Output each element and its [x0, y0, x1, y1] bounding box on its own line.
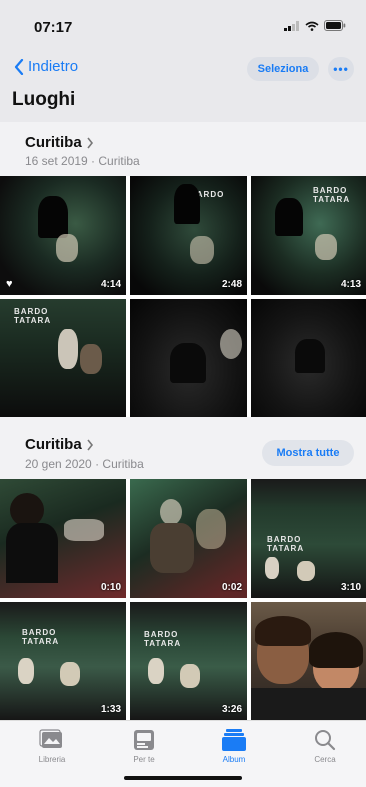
battery-icon	[324, 20, 346, 31]
section-2-grid: 0:10 0:02 BARDO TATARA 3:10 BARDO TATARA 1…	[0, 479, 366, 720]
show-all-button[interactable]: Mostra tutte	[262, 440, 354, 466]
album-icon	[222, 729, 246, 751]
tab-label: Per te	[133, 755, 155, 764]
search-icon	[315, 730, 336, 751]
video-duration: 0:10	[100, 582, 121, 593]
section-1-grid: ♥ 4:14 BARDO 2:48 BARDO TATARA 4:13 BARDO…	[0, 176, 366, 417]
video-duration: 0:02	[221, 582, 242, 593]
video-duration: 1:33	[100, 704, 121, 715]
section-1-title[interactable]: Curitiba	[25, 134, 94, 151]
status-icons	[284, 20, 346, 31]
status-bar: 07:17	[0, 0, 366, 50]
signal-icon	[284, 20, 299, 31]
home-indicator[interactable]	[124, 776, 242, 780]
section-1-header: Curitiba 16 set 2019 · Curitiba	[0, 122, 366, 176]
photos-places-screen: 07:17 Indietro Seleziona ••• Luoghi Curi…	[0, 0, 366, 787]
video-duration: 4:14	[100, 279, 121, 290]
tab-label: Cerca	[314, 755, 336, 764]
section-2-header: Curitiba 20 gen 2020 · Curitiba Mostra t…	[0, 417, 366, 479]
favorite-heart-icon: ♥	[6, 278, 13, 290]
tab-label: Album	[222, 755, 246, 764]
chevron-right-icon	[87, 137, 93, 148]
bardo-sign: BARDO TATARA	[313, 186, 351, 204]
back-label: Indietro	[28, 58, 79, 75]
tab-for-you[interactable]: Per te	[114, 729, 174, 764]
tab-bar: Libreria Per te Album Cerca	[0, 720, 366, 787]
chevron-left-icon	[14, 58, 24, 75]
status-time: 07:17	[34, 19, 73, 36]
photo-thumbnail[interactable]: BARDO TATARA	[0, 299, 126, 417]
tab-album[interactable]: Album	[204, 729, 264, 764]
photo-thumbnail[interactable]: BARDO TATARA 3:26	[130, 602, 247, 720]
more-options-button[interactable]: •••	[328, 57, 354, 81]
photo-thumbnail[interactable]: ♥ 4:14	[0, 176, 126, 295]
photo-thumbnail[interactable]: BARDO 2:48	[130, 176, 247, 295]
photo-thumbnail[interactable]	[130, 299, 247, 417]
section-1-subtitle: 16 set 2019 · Curitiba	[25, 154, 140, 168]
section-title-text: Curitiba	[25, 436, 82, 453]
video-duration: 2:48	[221, 279, 242, 290]
tab-search[interactable]: Cerca	[295, 729, 355, 764]
photo-thumbnail[interactable]: 0:02	[130, 479, 247, 598]
photo-thumbnail[interactable]	[251, 299, 366, 417]
photo-thumbnail[interactable]: BARDO TATARA 3:10	[251, 479, 366, 598]
bardo-sign: BARDO TATARA	[267, 535, 305, 553]
page-title: Luoghi	[12, 89, 76, 110]
bardo-sign: BARDO TATARA	[22, 628, 60, 646]
section-2-title[interactable]: Curitiba	[25, 436, 94, 453]
photo-thumbnail[interactable]: 0:10	[0, 479, 126, 598]
video-duration: 3:26	[221, 704, 242, 715]
video-duration: 4:13	[340, 279, 361, 290]
video-duration: 3:10	[340, 582, 361, 593]
section-title-text: Curitiba	[25, 134, 82, 151]
photo-thumbnail[interactable]	[251, 602, 366, 720]
bardo-sign: BARDO TATARA	[144, 630, 182, 648]
tab-label: Libreria	[38, 755, 66, 764]
for-you-icon	[134, 730, 154, 750]
section-2-subtitle: 20 gen 2020 · Curitiba	[25, 457, 144, 471]
tab-library[interactable]: Libreria	[22, 729, 82, 764]
select-button[interactable]: Seleziona	[247, 57, 319, 81]
bardo-sign: BARDO TATARA	[14, 307, 52, 325]
chevron-right-icon	[87, 439, 93, 450]
photos-library-icon	[39, 729, 62, 748]
photo-thumbnail[interactable]: BARDO TATARA 4:13	[251, 176, 366, 295]
back-button[interactable]: Indietro	[14, 58, 78, 75]
header: 07:17 Indietro Seleziona ••• Luoghi	[0, 0, 366, 122]
photo-thumbnail[interactable]: BARDO TATARA 1:33	[0, 602, 126, 720]
wifi-icon	[305, 21, 319, 31]
